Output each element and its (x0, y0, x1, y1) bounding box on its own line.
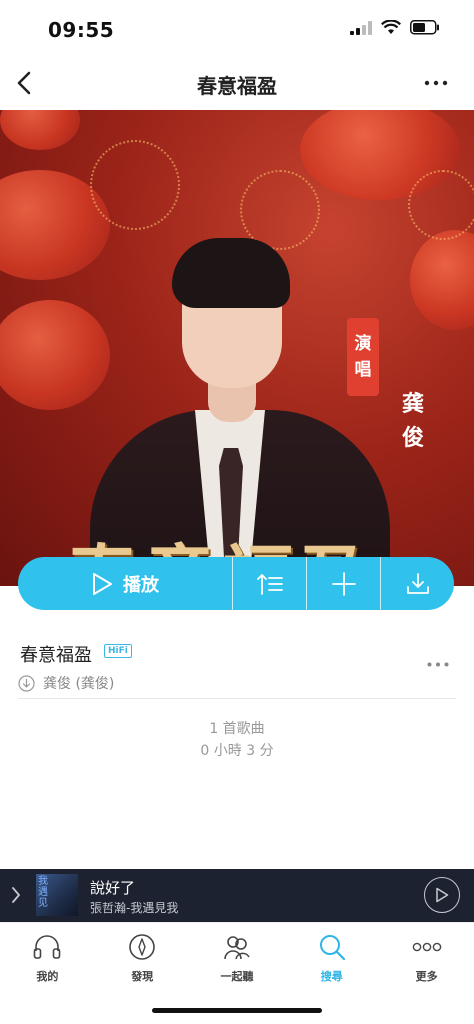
plus-icon (331, 571, 356, 596)
track-row[interactable]: 春意福盈 HiFi 龚俊 (龚俊) (18, 635, 456, 699)
track-more-button[interactable] (424, 657, 452, 671)
cover-artist-char: 龚 (401, 392, 424, 417)
play-all-button[interactable]: 播放 (18, 557, 232, 610)
download-circle-icon (18, 674, 35, 692)
track-artist: 龚俊 (龚俊) (43, 676, 115, 692)
expand-player-button[interactable] (6, 883, 26, 907)
more-options-button[interactable] (420, 72, 452, 94)
compass-icon (129, 934, 155, 960)
artwork-text: 我遇见 (38, 876, 48, 909)
tab-label: 搜尋 (320, 970, 343, 983)
tab-label: 我的 (36, 970, 59, 983)
performer-badge: 演 唱 (347, 318, 379, 396)
track-subline: 龚俊 (龚俊) (18, 673, 114, 693)
tab-label: 更多 (415, 970, 438, 983)
firework-decoration (90, 140, 180, 230)
play-label: 播放 (123, 574, 159, 596)
cover-artist-char: 俊 (401, 426, 424, 451)
status-time: 09:55 (48, 18, 115, 42)
lantern-decoration (0, 110, 80, 150)
play-icon (93, 572, 112, 595)
tab-listen-together[interactable]: 一起聽 (190, 923, 285, 994)
tab-more[interactable]: 更多 (379, 923, 474, 994)
page-title: 春意福盈 (197, 74, 277, 98)
play-icon (436, 887, 449, 903)
song-count: 1 首歌曲 (209, 721, 265, 737)
now-playing-title: 說好了 (90, 879, 136, 897)
lantern-decoration (410, 230, 474, 330)
tab-discover[interactable]: 發現 (95, 923, 190, 994)
signal-icon (350, 20, 372, 35)
total-duration: 0 小時 3 分 (200, 743, 274, 759)
action-bar: 播放 (18, 557, 454, 610)
tab-label: 一起聽 (220, 970, 254, 983)
chevron-right-icon (12, 887, 20, 903)
playlist-summary: 1 首歌曲 0 小時 3 分 (0, 718, 474, 762)
tab-label: 發現 (131, 970, 154, 983)
more-dots-icon (427, 662, 449, 666)
battery-icon (410, 20, 439, 35)
mini-player[interactable]: 我遇见 說好了 張哲瀚-我遇見我 (0, 869, 474, 922)
tab-mine[interactable]: 我的 (0, 923, 95, 994)
download-button[interactable] (381, 557, 454, 610)
wifi-icon (381, 20, 401, 34)
people-icon (224, 936, 250, 960)
sort-list-button[interactable] (233, 557, 306, 610)
artist-photo-hair (172, 238, 290, 308)
nav-header: 春意福盈 (0, 56, 474, 110)
track-title: 春意福盈 (20, 645, 92, 666)
mini-play-button[interactable] (424, 877, 460, 913)
sort-list-icon (256, 573, 283, 595)
download-icon (406, 572, 429, 594)
headphones-icon (34, 935, 61, 959)
now-playing-subtitle: 張哲瀚-我遇見我 (90, 901, 179, 915)
now-playing-artwork[interactable]: 我遇见 (36, 874, 78, 916)
search-icon (319, 935, 345, 961)
lantern-decoration (0, 300, 110, 410)
more-dots-icon (424, 80, 448, 86)
cover-artist-vertical: 龚 俊 (399, 388, 427, 456)
album-cover: 演 唱 龚 俊 春意福盈 龚俊 2022-01 8 (0, 110, 474, 586)
performer-badge-char: 唱 (354, 360, 372, 380)
status-bar: 09:55 (0, 0, 474, 56)
home-indicator (152, 1008, 322, 1013)
add-to-playlist-button[interactable] (307, 557, 380, 610)
tab-search[interactable]: 搜尋 (284, 923, 379, 994)
firework-decoration (408, 170, 474, 240)
performer-badge-char: 演 (354, 334, 372, 354)
status-icons (350, 20, 440, 35)
tab-bar: 我的 發現 一起聽 搜尋 更多 (0, 922, 474, 994)
more-dots-icon (412, 942, 441, 952)
hifi-badge: HiFi (104, 644, 132, 658)
